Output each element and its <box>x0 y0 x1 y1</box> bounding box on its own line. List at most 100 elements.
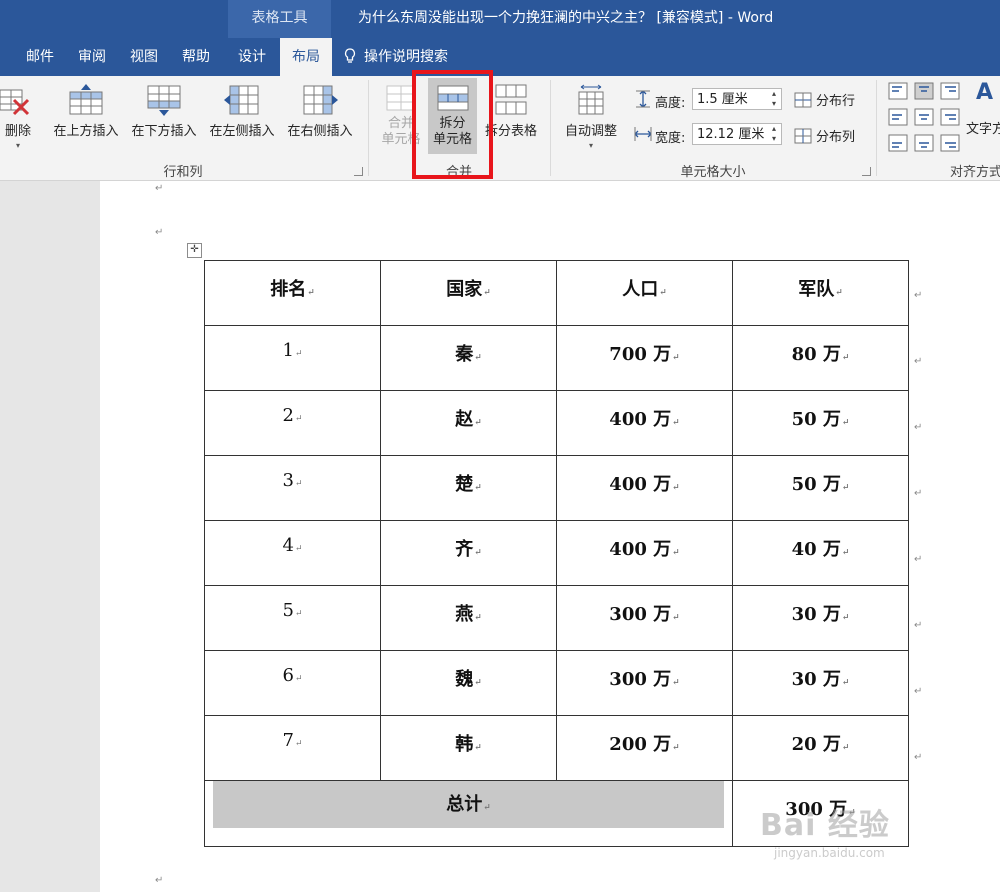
insert-left-icon <box>224 85 259 115</box>
cell-rank: 5 <box>282 600 294 621</box>
delete-dropdown-icon: ▾ <box>15 141 20 150</box>
table-row: 4↵ 齐↵ 400 万↵ 40 万↵ <box>204 520 909 586</box>
row-height-icon <box>636 90 650 108</box>
ribbon-separator <box>550 80 551 176</box>
table-cell[interactable]: 楚↵ <box>380 455 557 521</box>
column-width-spinner-icon[interactable]: ▴ ▾ <box>769 124 779 144</box>
row-end-mark: ↵ <box>914 554 923 565</box>
table-cell[interactable]: 魏↵ <box>380 650 557 716</box>
table-cell[interactable]: 燕↵ <box>380 585 557 651</box>
table-cell[interactable]: 200 万↵ <box>556 715 733 781</box>
total-label: 总计 <box>446 794 483 815</box>
table-row: 7↵ 韩↵ 200 万↵ 20 万↵ <box>204 715 909 781</box>
table-move-handle-icon[interactable]: ✛ <box>187 243 202 258</box>
tab-view[interactable]: 视图 <box>118 38 170 76</box>
text-direction-label: 文字方 <box>966 122 1000 137</box>
header-cell[interactable]: 人口↵ <box>556 260 733 326</box>
table-cell[interactable]: 400 万↵ <box>556 455 733 521</box>
table-cell[interactable]: 2↵ <box>204 390 381 456</box>
header-cell[interactable]: 排名↵ <box>204 260 381 326</box>
paragraph-mark: ↵ <box>155 183 164 194</box>
cell-country: 魏 <box>455 669 474 690</box>
lightbulb-icon <box>344 48 356 63</box>
table-cell[interactable]: 齐↵ <box>380 520 557 586</box>
table-cell[interactable]: 5↵ <box>204 585 381 651</box>
row-end-mark: ↵ <box>914 620 923 631</box>
cell-population: 200 万 <box>609 734 672 755</box>
header-cell[interactable]: 军队↵ <box>732 260 909 326</box>
row-height-spinner-icon[interactable]: ▴ ▾ <box>769 89 779 109</box>
cell-population: 400 万 <box>609 409 672 430</box>
table-cell[interactable]: 80 万↵ <box>732 325 909 391</box>
cell-rank: 4 <box>282 535 294 556</box>
header-cell[interactable]: 国家↵ <box>380 260 557 326</box>
delete-button[interactable]: 删除 ▾ <box>0 84 36 150</box>
row-end-mark: ↵ <box>914 752 923 763</box>
table-cell[interactable]: 400 万↵ <box>556 390 733 456</box>
insert-right-button[interactable]: 在右侧插入 <box>284 84 356 139</box>
table-row: 2↵ 赵↵ 400 万↵ 50 万↵ <box>204 390 909 456</box>
table-cell[interactable]: 6↵ <box>204 650 381 716</box>
table-cell[interactable]: 30 万↵ <box>732 650 909 716</box>
table-cell[interactable]: 20 万↵ <box>732 715 909 781</box>
table-cell[interactable]: 300 万↵ <box>556 650 733 716</box>
table-cell[interactable]: 50 万↵ <box>732 455 909 521</box>
group-label-cell-size: 单元格大小 <box>680 165 746 180</box>
row-end-mark: ↵ <box>914 686 923 697</box>
insert-below-icon <box>147 85 181 116</box>
table-cell[interactable]: 300 万↵ <box>556 585 733 651</box>
column-width-input[interactable]: 12.12 厘米 ▴ ▾ <box>692 123 782 145</box>
paragraph-mark: ↵ <box>155 227 164 238</box>
baidu-jingyan-watermark: Bai 经验 jingyan.baidu.com <box>760 800 960 880</box>
table-cell[interactable]: 40 万↵ <box>732 520 909 586</box>
text-direction-button[interactable]: A 文字方 <box>964 80 1000 137</box>
table-cell[interactable]: 3↵ <box>204 455 381 521</box>
table-header-row: 排名↵ 国家↵ 人口↵ 军队↵ <box>204 260 909 326</box>
insert-left-button[interactable]: 在左侧插入 <box>206 84 278 139</box>
width-label: 宽度: <box>655 131 686 146</box>
table-cell[interactable]: 7↵ <box>204 715 381 781</box>
autofit-dropdown-icon: ▾ <box>588 141 593 150</box>
row-end-mark: ↵ <box>914 290 923 301</box>
table-cell[interactable]: 4↵ <box>204 520 381 586</box>
insert-above-label: 在上方插入 <box>53 124 119 139</box>
tab-table-design[interactable]: 设计 <box>226 38 278 76</box>
table-cell[interactable]: 秦↵ <box>380 325 557 391</box>
tab-help[interactable]: 帮助 <box>170 38 222 76</box>
table-cell[interactable]: 赵↵ <box>380 390 557 456</box>
table-cell[interactable]: 400 万↵ <box>556 520 733 586</box>
ribbon-separator <box>876 80 877 176</box>
table-cell[interactable]: 50 万↵ <box>732 390 909 456</box>
table-tools-context-label: 表格工具 <box>228 0 331 38</box>
group-label-rows-cols: 行和列 <box>163 165 203 180</box>
table-row: 3↵ 楚↵ 400 万↵ 50 万↵ <box>204 455 909 521</box>
table-cell[interactable]: 1↵ <box>204 325 381 391</box>
distribute-columns-button[interactable]: 分布列 <box>794 126 855 145</box>
table-cell[interactable]: 韩↵ <box>380 715 557 781</box>
cell-army: 20 万 <box>791 734 841 755</box>
rows-cols-launcher-icon[interactable] <box>354 167 363 176</box>
total-label-shading: 总计↵ <box>213 781 724 828</box>
table-row: 1↵ 秦↵ 700 万↵ 80 万↵ <box>204 325 909 391</box>
distribute-rows-button[interactable]: 分布行 <box>794 90 855 109</box>
cell-population: 400 万 <box>609 539 672 560</box>
table-cell[interactable]: 700 万↵ <box>556 325 733 391</box>
table-cell[interactable]: 30 万↵ <box>732 585 909 651</box>
title-bar: 表格工具 为什么东周没能出现一个力挽狂澜的中兴之主？ [兼容模式] - Word <box>0 0 1000 38</box>
distribute-columns-label: 分布列 <box>816 130 856 145</box>
data-table[interactable]: 排名↵ 国家↵ 人口↵ 军队↵ 1↵ 秦↵ 700 万↵ 80 万↵ 2↵ 赵↵… <box>204 260 909 847</box>
insert-above-button[interactable]: 在上方插入 <box>50 84 122 139</box>
tab-table-layout[interactable]: 布局 <box>280 38 332 76</box>
tab-review[interactable]: 审阅 <box>66 38 118 76</box>
row-height-input[interactable]: 1.5 厘米 ▴ ▾ <box>692 88 782 110</box>
table-row: 6↵ 魏↵ 300 万↵ 30 万↵ <box>204 650 909 716</box>
cell-alignment-icons[interactable] <box>888 82 968 154</box>
insert-below-button[interactable]: 在下方插入 <box>128 84 200 139</box>
row-end-mark: ↵ <box>914 488 923 499</box>
group-label-alignment: 对齐方式 <box>950 165 1000 180</box>
cell-army: 30 万 <box>791 669 841 690</box>
total-label-cell[interactable]: 总计↵ <box>204 780 733 847</box>
tab-mailings[interactable]: 邮件 <box>14 38 66 76</box>
autofit-button[interactable]: 自动调整 ▾ <box>560 84 622 150</box>
cell-size-launcher-icon[interactable] <box>862 167 871 176</box>
